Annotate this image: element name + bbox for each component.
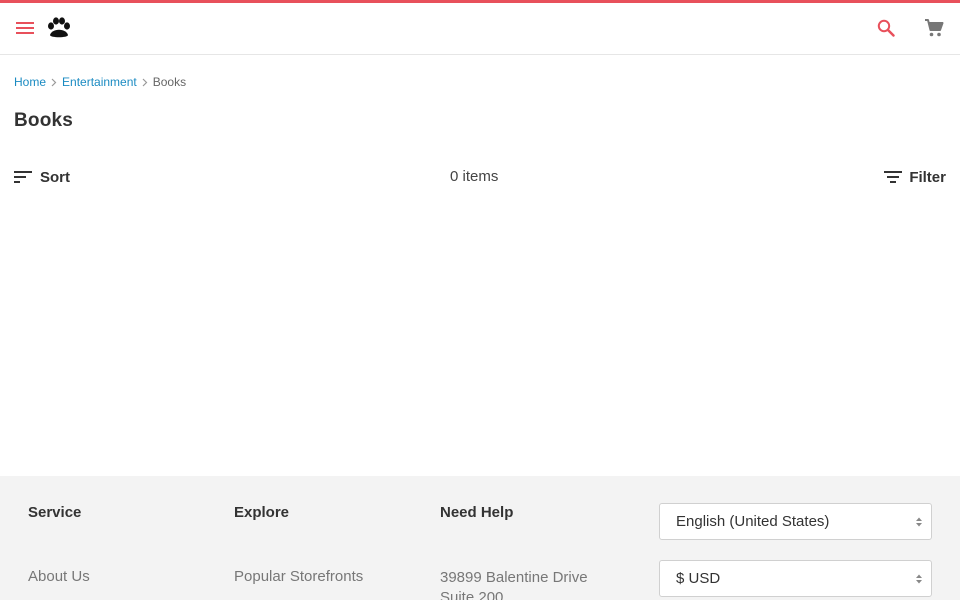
paw-logo-icon bbox=[48, 17, 70, 38]
breadcrumb: Home Entertainment Books bbox=[14, 74, 186, 90]
site-header bbox=[0, 3, 960, 55]
sort-icon bbox=[14, 171, 32, 183]
page-title: Books bbox=[14, 110, 74, 131]
footer-heading-need-help: Need Help bbox=[440, 504, 514, 521]
filter-label: Filter bbox=[909, 168, 946, 186]
item-count: 0 items bbox=[450, 168, 499, 185]
results-toolbar: Sort 0 items Filter bbox=[14, 164, 946, 190]
language-select[interactable]: English (United States) bbox=[659, 503, 932, 540]
filter-button[interactable]: Filter bbox=[884, 164, 946, 190]
breadcrumb-home-link[interactable]: Home bbox=[14, 75, 46, 89]
chevron-right-icon bbox=[51, 78, 57, 87]
footer-heading-service: Service bbox=[28, 504, 82, 521]
select-arrows-icon bbox=[916, 574, 922, 584]
breadcrumb-entertainment-link[interactable]: Entertainment bbox=[62, 75, 137, 89]
shopping-cart-icon bbox=[925, 19, 944, 37]
address-line-1: 39899 Balentine Drive bbox=[440, 569, 588, 586]
filter-icon bbox=[884, 171, 903, 183]
language-select-value: English (United States) bbox=[676, 513, 830, 530]
sort-label: Sort bbox=[40, 168, 70, 186]
chevron-right-icon bbox=[142, 78, 148, 87]
footer-address: 39899 Balentine Drive Suite 200 bbox=[440, 568, 588, 600]
address-line-2: Suite 200 bbox=[440, 589, 504, 600]
footer-link-popular-storefronts[interactable]: Popular Storefronts bbox=[234, 568, 363, 585]
footer-heading-explore: Explore bbox=[234, 504, 290, 521]
select-arrows-icon bbox=[916, 517, 922, 527]
hamburger-menu-icon bbox=[16, 22, 34, 34]
currency-select[interactable]: $ USD bbox=[659, 560, 932, 597]
site-footer: Service About Us Explore Popular Storefr… bbox=[0, 476, 960, 600]
breadcrumb-current: Books bbox=[152, 75, 187, 89]
currency-select-value: $ USD bbox=[676, 570, 721, 587]
menu-button[interactable] bbox=[14, 17, 36, 39]
sort-button[interactable]: Sort bbox=[14, 164, 70, 190]
store-logo[interactable] bbox=[47, 17, 71, 39]
footer-link-about-us[interactable]: About Us bbox=[28, 568, 90, 585]
cart-button[interactable] bbox=[923, 17, 945, 39]
search-icon bbox=[877, 19, 895, 37]
search-button[interactable] bbox=[875, 17, 897, 39]
